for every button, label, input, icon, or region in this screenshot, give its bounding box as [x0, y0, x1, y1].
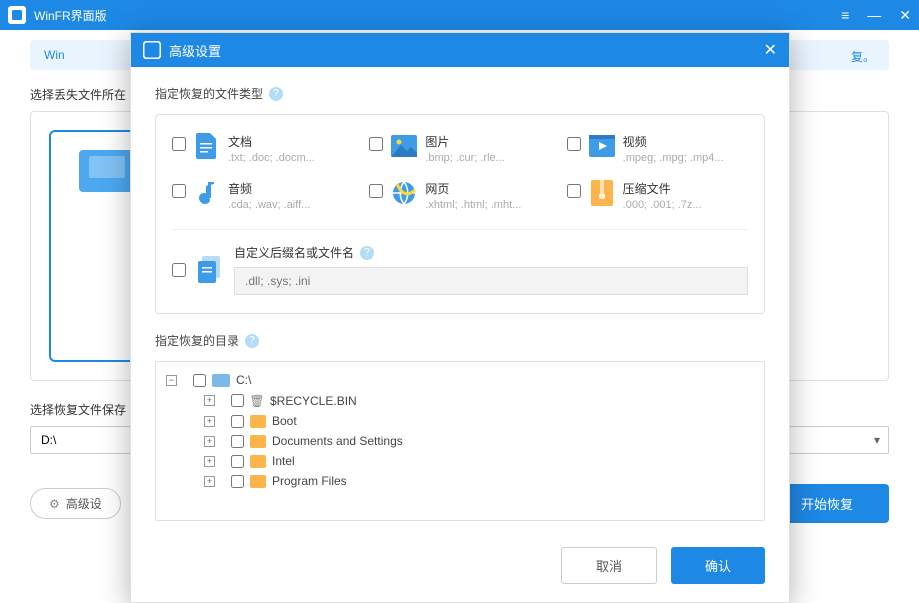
checkbox-image[interactable]	[369, 137, 383, 151]
type-item-video[interactable]: 视频.mpeg; .mpg; .mp4...	[567, 133, 748, 164]
modal-footer: 取消 确认	[131, 533, 789, 602]
drive-icon	[79, 150, 135, 192]
tree-row[interactable]: + Documents and Settings	[166, 431, 754, 451]
modal-logo-icon	[143, 41, 161, 59]
tree-checkbox[interactable]	[231, 435, 244, 448]
tree-checkbox[interactable]	[231, 455, 244, 468]
audio-icon	[194, 180, 220, 206]
tree-row-root[interactable]: − C:\	[166, 370, 754, 390]
folder-icon	[250, 415, 266, 428]
ok-button[interactable]: 确认	[671, 547, 765, 584]
directory-tree[interactable]: − C:\ + 🗑 $RECYCLE.BIN + Boot	[155, 361, 765, 521]
menu-button[interactable]: ≡	[841, 7, 849, 23]
gear-icon: ⚙	[49, 497, 60, 511]
help-icon[interactable]: ?	[245, 334, 259, 348]
checkbox-webpage[interactable]	[369, 184, 383, 198]
type-item-image[interactable]: 图片.bmp; .cur; .rle...	[369, 133, 550, 164]
tree-checkbox[interactable]	[231, 475, 244, 488]
folder-icon	[250, 435, 266, 448]
type-item-audio[interactable]: 音频.cda; .wav; .aiff...	[172, 180, 353, 211]
close-button[interactable]: ✕	[899, 7, 911, 24]
tree-checkbox[interactable]	[231, 394, 244, 407]
type-item-archive[interactable]: 压缩文件.000; .001; .7z...	[567, 180, 748, 211]
directories-section-label: 指定恢复的目录 ?	[155, 332, 765, 349]
advanced-settings-modal: 高级设置 ✕ 指定恢复的文件类型 ? 文档.txt; .doc; .docm..…	[130, 32, 790, 603]
custom-label: 自定义后缀名或文件名 ?	[234, 244, 748, 261]
help-icon[interactable]: ?	[269, 87, 283, 101]
file-types-panel: 文档.txt; .doc; .docm... 图片.bmp; .cur; .rl…	[155, 114, 765, 314]
tree-row[interactable]: + Intel	[166, 451, 754, 471]
trash-icon: 🗑	[250, 393, 264, 408]
cancel-button[interactable]: 取消	[561, 547, 657, 584]
tree-checkbox[interactable]	[231, 415, 244, 428]
modal-title: 高级设置	[169, 41, 764, 60]
type-item-webpage[interactable]: 网页.xhtml; .html; .mht...	[369, 180, 550, 211]
document-icon	[194, 133, 220, 159]
expand-icon[interactable]: +	[204, 416, 215, 427]
custom-extension-row: 自定义后缀名或文件名 ?	[172, 229, 748, 295]
advanced-settings-button[interactable]: ⚙ 高级设	[30, 488, 121, 519]
tree-checkbox[interactable]	[193, 374, 206, 387]
app-logo-icon	[8, 6, 26, 24]
tree-row[interactable]: + 🗑 $RECYCLE.BIN	[166, 390, 754, 411]
expand-icon[interactable]: +	[204, 456, 215, 467]
image-icon	[391, 133, 417, 159]
app-title: WinFR界面版	[34, 7, 841, 24]
checkbox-archive[interactable]	[567, 184, 581, 198]
checkbox-custom[interactable]	[172, 263, 186, 277]
folder-icon	[250, 475, 266, 488]
expand-icon[interactable]: +	[204, 436, 215, 447]
checkbox-document[interactable]	[172, 137, 186, 151]
expand-icon[interactable]: +	[204, 395, 215, 406]
custom-extension-input[interactable]	[234, 267, 748, 295]
document-stack-icon	[196, 256, 224, 284]
video-icon	[589, 133, 615, 159]
collapse-icon[interactable]: −	[166, 375, 177, 386]
checkbox-video[interactable]	[567, 137, 581, 151]
drive-icon	[212, 374, 230, 387]
folder-icon	[250, 455, 266, 468]
tree-row[interactable]: + Program Files	[166, 471, 754, 491]
help-icon[interactable]: ?	[360, 246, 374, 260]
archive-icon	[589, 180, 615, 206]
type-item-document[interactable]: 文档.txt; .doc; .docm...	[172, 133, 353, 164]
file-types-section-label: 指定恢复的文件类型 ?	[155, 85, 765, 102]
tree-row[interactable]: + Boot	[166, 411, 754, 431]
minimize-button[interactable]: —	[867, 7, 881, 23]
modal-titlebar: 高级设置 ✕	[131, 33, 789, 67]
modal-close-button[interactable]: ✕	[764, 40, 777, 60]
chevron-down-icon[interactable]: ▾	[874, 433, 880, 447]
main-titlebar: WinFR界面版 ≡ — ✕	[0, 0, 919, 30]
checkbox-audio[interactable]	[172, 184, 186, 198]
expand-icon[interactable]: +	[204, 476, 215, 487]
web-icon	[391, 180, 417, 206]
